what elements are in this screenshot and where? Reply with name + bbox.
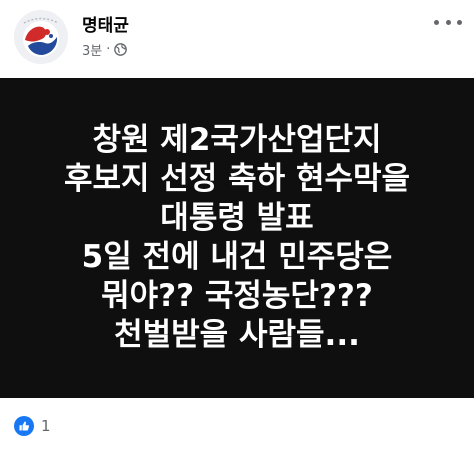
post-time[interactable]: 3분 <box>82 40 102 59</box>
image-text-line: 천벌받을 사람들... <box>114 317 360 353</box>
image-text-line: 대통령 발표 <box>160 200 314 236</box>
meta-separator: · <box>106 42 111 57</box>
image-text-line: 뭐야?? 국정농단??? <box>101 278 373 314</box>
post-header: 명태균 3분 · <box>0 0 474 78</box>
image-text-line: 5일 전에 내건 민주당은 <box>81 239 393 275</box>
globe-icon <box>114 43 128 56</box>
more-dot <box>445 19 451 25</box>
like-icon <box>14 416 34 436</box>
avatar[interactable] <box>14 10 68 64</box>
author-name[interactable]: 명태균 <box>82 11 129 36</box>
more-options-icon[interactable] <box>434 12 462 32</box>
reaction-count: 1 <box>41 417 51 435</box>
more-dot <box>457 19 462 25</box>
facebook-post: 명태균 3분 · 창원 제2국가산업단지 후보지 선정 축하 현수막을 대통령 … <box>0 0 474 457</box>
image-text-line: 창원 제2국가산업단지 <box>92 122 382 158</box>
more-dot <box>434 19 439 25</box>
post-footer: 1 <box>0 398 474 457</box>
reactions-summary[interactable]: 1 <box>14 416 51 436</box>
avatar-logo-icon <box>14 10 68 64</box>
post-image[interactable]: 창원 제2국가산업단지 후보지 선정 축하 현수막을 대통령 발표 5일 전에 … <box>0 78 474 398</box>
post-meta: 3분 · <box>82 40 128 59</box>
image-text-line: 후보지 선정 축하 현수막을 <box>63 161 411 197</box>
